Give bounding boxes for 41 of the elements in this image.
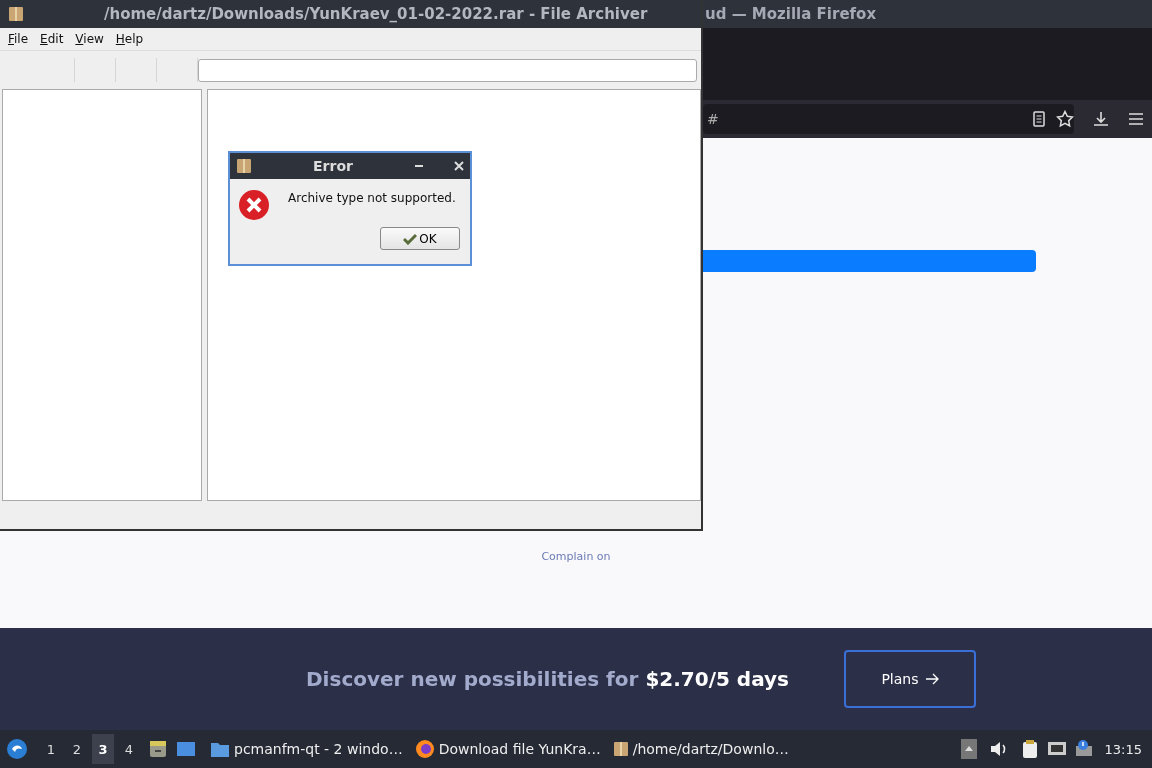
desktop-switch[interactable]: 2 — [66, 734, 88, 764]
location-field[interactable] — [198, 58, 697, 82]
package-icon — [8, 6, 24, 22]
task-button[interactable]: /home/dartz/Downlo… — [608, 732, 793, 766]
package-icon — [236, 158, 252, 174]
ok-button[interactable]: OK — [380, 227, 460, 250]
desktop-switch[interactable]: 4 — [118, 734, 140, 764]
error-message: Archive type not supported. — [288, 191, 456, 205]
promo-text: Discover new possibilities for $2.70/5 days — [306, 667, 789, 691]
plans-button[interactable]: Plans — [843, 650, 976, 708]
reader-icon[interactable] — [1032, 111, 1046, 127]
error-icon — [238, 189, 270, 221]
url-field[interactable]: # — [703, 104, 1074, 134]
notification-icon[interactable] — [1074, 740, 1093, 758]
menu-item[interactable]: File — [4, 32, 33, 46]
window-title: /home/dartz/Downloads/YunKraev_01-02-2022.rar - File Archiver — [104, 5, 648, 23]
complain-link[interactable]: Complain on — [541, 550, 611, 563]
menu-icon[interactable] — [1128, 112, 1144, 126]
star-icon[interactable] — [1056, 110, 1074, 128]
dialog-title: Error — [312, 158, 354, 174]
menu-item[interactable]: Help — [111, 32, 148, 46]
close-icon[interactable] — [454, 161, 464, 171]
download-icon[interactable] — [1092, 110, 1110, 128]
firefox-icon — [414, 739, 435, 759]
desktop-switch[interactable]: 3 — [92, 734, 114, 764]
clipboard-icon[interactable] — [1020, 739, 1039, 759]
check-icon — [403, 232, 418, 245]
desktop-switch[interactable]: 1 — [40, 734, 62, 764]
task-button[interactable]: Download file YunKra… — [410, 732, 605, 766]
menu-item[interactable]: View — [71, 32, 108, 46]
network-icon[interactable] — [1046, 740, 1067, 758]
window-title: ud — Mozilla Firefox — [705, 5, 877, 23]
start-menu-icon[interactable] — [6, 738, 28, 760]
package-icon — [612, 741, 629, 757]
desktop-icon[interactable] — [176, 740, 196, 758]
clock: 13:15 — [1104, 741, 1142, 757]
file-cabinet-icon[interactable] — [148, 739, 168, 759]
folder-icon — [210, 740, 230, 758]
arrow-icon — [924, 673, 939, 685]
task-button[interactable]: pcmanfm-qt - 2 windo… — [206, 732, 407, 766]
menu-item[interactable]: Edit — [36, 32, 68, 46]
